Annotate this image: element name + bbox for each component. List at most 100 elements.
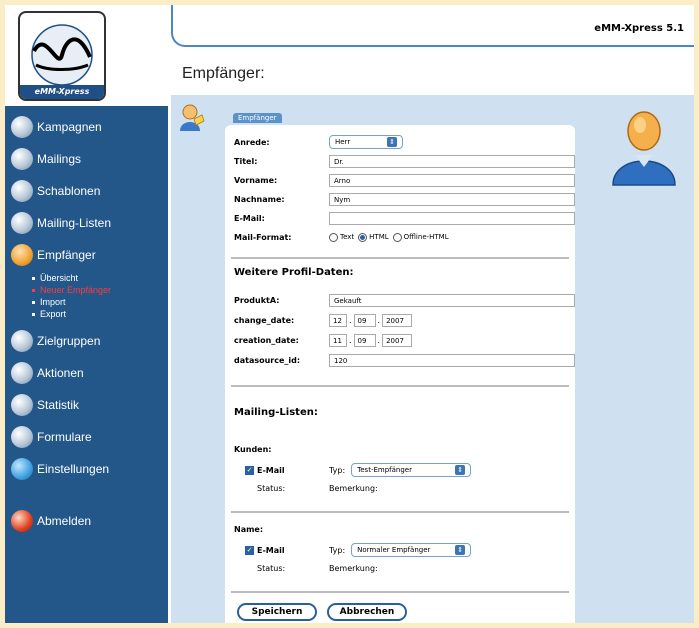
kunden-typ-row: Typ: Test-Empfänger ⇕ bbox=[329, 463, 472, 477]
app-title: eMM-Xpress 5.1 bbox=[594, 23, 684, 34]
mailformat-label: Mail-Format: bbox=[234, 232, 292, 242]
nav-sub-label: Export bbox=[40, 309, 67, 319]
nav-item-empfaenger[interactable]: Empfänger bbox=[11, 242, 96, 268]
chevron-updown-icon: ⇕ bbox=[455, 545, 466, 555]
recipient-small-icon bbox=[180, 104, 205, 131]
nachname-input[interactable]: Nym bbox=[329, 192, 575, 206]
tab-empfaenger[interactable]: Empfänger bbox=[233, 113, 282, 123]
nav-sub-uebersicht[interactable]: Übersicht bbox=[32, 272, 78, 284]
bullet-icon bbox=[32, 277, 35, 281]
creation-date-label: creation_date: bbox=[234, 335, 299, 345]
status-label: Status: bbox=[257, 563, 286, 573]
einstellungen-icon bbox=[11, 458, 33, 480]
vorname-input[interactable]: Arno bbox=[329, 173, 575, 187]
creation-date-day[interactable]: 11 bbox=[329, 333, 347, 347]
recipient-large-icon bbox=[612, 111, 676, 186]
status-label: Status: bbox=[257, 483, 286, 493]
kunden-bemerkung-label: Bemerkung: bbox=[329, 481, 378, 495]
email-input[interactable] bbox=[329, 211, 575, 225]
checkbox-checked-icon: ✓ bbox=[245, 465, 254, 475]
change-date-month[interactable]: 09 bbox=[353, 313, 376, 327]
produkta-input[interactable]: Gekauft bbox=[329, 293, 575, 307]
abmelden-icon bbox=[11, 510, 33, 532]
nav-label: Kampagnen bbox=[37, 120, 102, 134]
creation-date-year[interactable]: 2007 bbox=[382, 333, 413, 347]
nav-item-abmelden[interactable]: Abmelden bbox=[11, 508, 91, 534]
nachname-label: Nachname: bbox=[234, 194, 285, 204]
typ-value: Normaler Empfänger bbox=[357, 546, 431, 554]
header-bar: eMM-Xpress 5.1 bbox=[171, 5, 694, 47]
datasource-id-input[interactable]: 120 bbox=[329, 353, 575, 367]
change-date-day[interactable]: 12 bbox=[329, 313, 347, 327]
name-email-checkbox[interactable]: ✓ E-Mail bbox=[245, 543, 285, 557]
checkbox-label: E-Mail bbox=[257, 545, 285, 555]
creation-date-row: creation_date: 11. 09. 2007 bbox=[234, 333, 413, 347]
nav-item-mailing-listen[interactable]: Mailing-Listen bbox=[11, 210, 111, 236]
nav-item-zielgruppen[interactable]: Zielgruppen bbox=[11, 328, 100, 354]
anrede-row: Anrede: Herr ⇕ bbox=[234, 135, 403, 149]
mailformat-radio-html[interactable]: HTML bbox=[358, 232, 389, 242]
creation-date-month[interactable]: 09 bbox=[353, 333, 376, 347]
nav-label: Mailings bbox=[37, 152, 82, 166]
statistik-icon bbox=[11, 394, 33, 416]
radio-selected-icon bbox=[358, 232, 368, 242]
nav-sub-neuer-empfaenger[interactable]: Neuer Empfänger bbox=[32, 284, 111, 296]
mailformat-radio-text[interactable]: Text bbox=[329, 232, 355, 242]
page-title: Empfänger: bbox=[182, 65, 265, 82]
nav-sub-label: Übersicht bbox=[40, 273, 79, 283]
datasource-id-label: datasource_id: bbox=[234, 355, 301, 365]
nav-item-einstellungen[interactable]: Einstellungen bbox=[11, 456, 109, 482]
logo-text: eMM-Xpress bbox=[20, 85, 104, 99]
cancel-button[interactable]: Abbrechen bbox=[327, 603, 407, 621]
save-button[interactable]: Speichern bbox=[237, 603, 317, 621]
divider bbox=[231, 511, 569, 513]
anrede-select[interactable]: Herr ⇕ bbox=[329, 135, 403, 149]
logo-icon bbox=[31, 24, 93, 86]
titel-label: Titel: bbox=[234, 156, 258, 166]
kunden-email-checkbox[interactable]: ✓ E-Mail bbox=[245, 463, 285, 477]
nav-item-formulare[interactable]: Formulare bbox=[11, 424, 92, 450]
divider bbox=[231, 257, 569, 259]
nav-sub-label: Neuer Empfänger bbox=[40, 285, 112, 295]
change-date-label: change_date: bbox=[234, 315, 295, 325]
radio-icon bbox=[392, 232, 402, 242]
empfaenger-icon bbox=[11, 244, 33, 266]
bullet-icon bbox=[32, 289, 35, 293]
chevron-updown-icon: ⇕ bbox=[455, 465, 466, 475]
kunden-typ-select[interactable]: Test-Empfänger ⇕ bbox=[351, 463, 472, 477]
schablonen-icon bbox=[11, 180, 33, 202]
nav-item-schablonen[interactable]: Schablonen bbox=[11, 178, 100, 204]
bullet-icon bbox=[32, 301, 35, 305]
app-window: eMM-Xpress Kampagnen Mailings Schablonen… bbox=[5, 5, 694, 623]
content-area: Empfänger Anrede: Herr ⇕ Titel: Dr. Vorn… bbox=[171, 95, 694, 623]
mailformat-radio-offline-html[interactable]: Offline-HTML bbox=[392, 232, 449, 242]
titel-input[interactable]: Dr. bbox=[329, 154, 575, 168]
nav-label: Mailing-Listen bbox=[37, 216, 112, 230]
nav-label: Zielgruppen bbox=[37, 334, 101, 348]
nav-item-mailings[interactable]: Mailings bbox=[11, 146, 81, 172]
mailings-icon bbox=[11, 148, 33, 170]
nav-sub-export[interactable]: Export bbox=[32, 308, 66, 320]
change-date-field: 12. 09. 2007 bbox=[329, 313, 413, 327]
nav-item-statistik[interactable]: Statistik bbox=[11, 392, 79, 418]
checkbox-label: E-Mail bbox=[257, 465, 285, 475]
bullet-icon bbox=[32, 313, 35, 317]
nav-item-kampagnen[interactable]: Kampagnen bbox=[11, 114, 102, 140]
name-status-label: Status: bbox=[257, 561, 285, 575]
creation-date-field: 11. 09. 2007 bbox=[329, 333, 413, 347]
radio-label: Text bbox=[340, 233, 355, 241]
anrede-label: Anrede: bbox=[234, 137, 270, 147]
produkta-label: ProduktA: bbox=[234, 295, 280, 305]
nav-item-aktionen[interactable]: Aktionen bbox=[11, 360, 84, 386]
name-typ-select[interactable]: Normaler Empfänger ⇕ bbox=[351, 543, 472, 557]
nav-label: Schablonen bbox=[37, 184, 101, 198]
change-date-year[interactable]: 2007 bbox=[382, 313, 413, 327]
list-group-name-title: Name: bbox=[234, 525, 264, 534]
nav-sub-import[interactable]: Import bbox=[32, 296, 66, 308]
nav-label: Statistik bbox=[37, 398, 80, 412]
main-navigation: Kampagnen Mailings Schablonen Mailing-Li… bbox=[5, 106, 168, 623]
app-logo[interactable]: eMM-Xpress bbox=[18, 11, 106, 101]
datasource-id-row: datasource_id: 120 bbox=[234, 353, 575, 367]
recipient-form: Anrede: Herr ⇕ Titel: Dr. Vorname: Arno … bbox=[225, 125, 575, 623]
produkta-row: ProduktA: Gekauft bbox=[234, 293, 575, 307]
